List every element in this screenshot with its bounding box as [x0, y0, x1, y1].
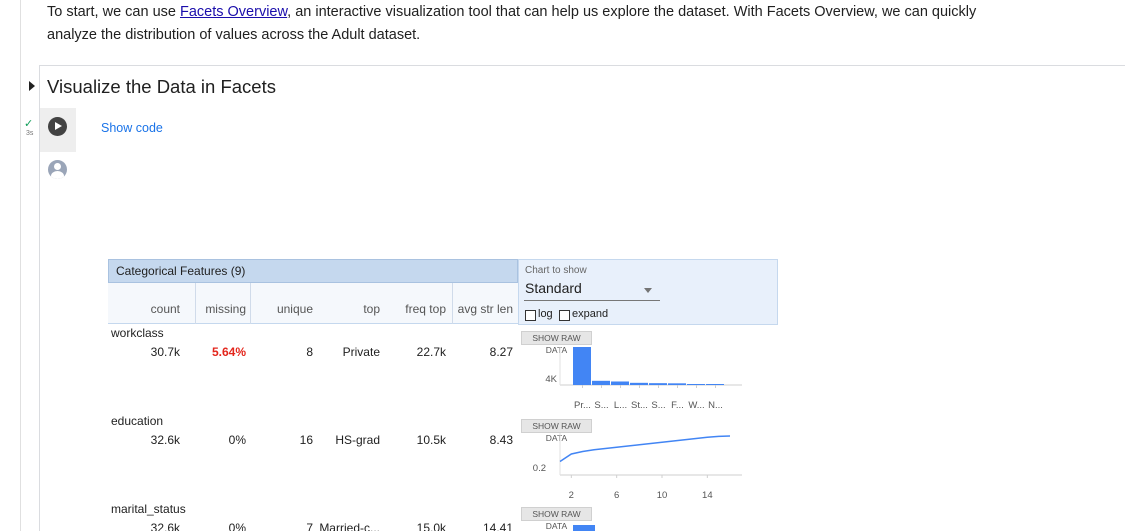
col-header-unique[interactable]: unique — [277, 302, 313, 316]
cell-freq-top: 15.0k — [416, 521, 446, 531]
left-gutter-rule — [20, 0, 21, 531]
column-separator — [250, 283, 251, 324]
bar — [630, 382, 648, 385]
x-tick-label: St... — [631, 400, 648, 411]
bar — [573, 525, 595, 531]
bar — [592, 380, 610, 385]
run-cell-button[interactable] — [48, 117, 67, 136]
notebook-page: To start, we can use Facets Overview, an… — [0, 0, 1125, 531]
intro-paragraph: To start, we can use Facets Overview, an… — [47, 1, 987, 47]
show-raw-data-button[interactable]: SHOW RAW DATA — [521, 331, 592, 355]
show-code-link[interactable]: Show code — [101, 121, 163, 135]
cell-avg-str-len: 14.41 — [482, 521, 513, 531]
bar — [649, 383, 667, 385]
y-tick-label: 4K — [545, 374, 557, 385]
feature-name-workclass: workclass — [111, 326, 164, 340]
cell-top: Married-c... — [319, 521, 380, 531]
cell-top: Private — [342, 345, 380, 359]
x-tick-label: F... — [671, 400, 684, 411]
log-checkbox[interactable] — [525, 310, 536, 321]
col-header-count[interactable]: count — [151, 302, 180, 316]
show-raw-data-button[interactable]: SHOW RAW DATA — [521, 507, 592, 531]
cell-avg-str-len: 8.27 — [489, 345, 513, 359]
chevron-down-icon[interactable] — [644, 288, 652, 293]
section-title: Visualize the Data in Facets — [47, 76, 276, 97]
x-tick-label: 14 — [702, 490, 713, 501]
marital-status-bar-chart — [573, 525, 595, 531]
execution-time: 3s — [26, 130, 34, 137]
chart-select-value: Standard — [525, 280, 582, 296]
cell-unique: 8 — [306, 345, 313, 359]
cell-freq-top: 22.7k — [416, 345, 446, 359]
x-tick-label: N... — [708, 400, 723, 411]
education-line-chart: 0.2 2 6 10 14 — [533, 433, 742, 501]
x-tick-label: 2 — [569, 490, 574, 501]
x-tick-label: L... — [614, 400, 627, 411]
x-tick-label: W... — [688, 400, 704, 411]
cell-unique: 7 — [306, 521, 313, 531]
x-tick-label: S... — [594, 400, 608, 411]
column-separator — [195, 283, 196, 324]
collapse-arrow-icon[interactable] — [29, 81, 35, 91]
cell-unique: 16 — [299, 433, 313, 447]
column-separator — [452, 283, 453, 324]
facets-table-title: Categorical Features (9) — [116, 264, 246, 278]
bar — [573, 347, 591, 385]
cell-avg-str-len: 8.43 — [489, 433, 513, 447]
cell-missing: 5.64% — [211, 345, 246, 359]
expand-checkbox[interactable] — [559, 310, 570, 321]
workclass-bar-chart: 4KPr... S... L... St... S... F... W... N... — [545, 347, 742, 411]
feature-name-education: education — [111, 414, 164, 428]
chart-to-show-label: Chart to show — [525, 265, 587, 276]
cell-top: HS-grad — [335, 433, 380, 447]
bar — [611, 381, 629, 385]
y-tick-label: 0.2 — [533, 463, 546, 474]
bar — [668, 383, 686, 385]
cell-count: 30.7k — [150, 345, 180, 359]
cell-missing: 0% — [228, 433, 246, 447]
col-header-avg-str-len[interactable]: avg str len — [458, 302, 513, 316]
facets-overview-link[interactable]: Facets Overview — [180, 4, 287, 20]
check-icon: ✓ — [24, 118, 34, 130]
col-header-missing[interactable]: missing — [205, 302, 246, 316]
x-tick-label: 6 — [614, 490, 619, 501]
bar — [706, 384, 724, 385]
expand-label: expand — [572, 308, 609, 320]
col-header-freq-top[interactable]: freq top — [405, 302, 446, 316]
feature-name-marital-status: marital_status — [111, 502, 186, 516]
output-avatar-icon[interactable] — [48, 160, 67, 179]
show-raw-data-button[interactable]: SHOW RAW DATA — [521, 419, 592, 443]
log-label: log — [538, 308, 553, 320]
col-header-top[interactable]: top — [363, 302, 380, 316]
cell-count: 32.6k — [150, 433, 180, 447]
x-tick-label: S... — [651, 400, 665, 411]
cell-count: 32.6k — [150, 521, 180, 531]
intro-text: To start, we can use — [47, 4, 180, 20]
cell-missing: 0% — [228, 521, 246, 531]
series-line — [559, 435, 731, 463]
bar — [687, 384, 705, 385]
x-tick-label: 10 — [657, 490, 668, 501]
cell-freq-top: 10.5k — [416, 433, 446, 447]
x-tick-label: Pr... — [574, 400, 591, 411]
